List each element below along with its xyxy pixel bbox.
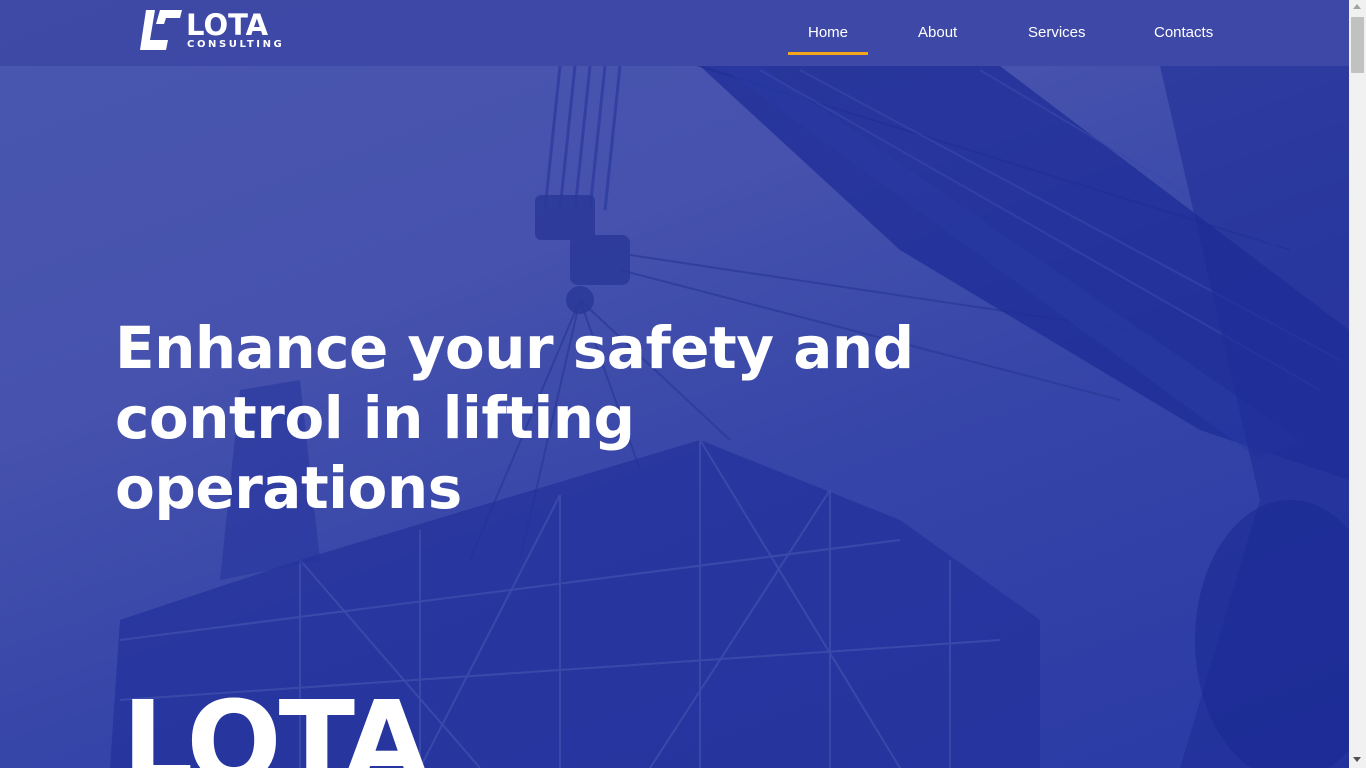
logo-mark-icon: [140, 10, 182, 50]
nav-services-link[interactable]: Services: [1028, 23, 1086, 43]
scroll-up-arrow-icon[interactable]: [1353, 4, 1361, 9]
site-header: LOTA CONSULTING Home About Services Cont…: [0, 0, 1349, 66]
logo[interactable]: LOTA CONSULTING: [140, 8, 295, 52]
nav-active-indicator: [788, 52, 868, 55]
nav-home-link[interactable]: Home: [808, 23, 848, 43]
scroll-down-arrow-icon[interactable]: [1353, 757, 1361, 762]
hero-headline: Enhance your safety and control in lifti…: [115, 314, 914, 522]
logo-wordmark: LOTA: [186, 8, 269, 42]
scrollbar-thumb[interactable]: [1351, 17, 1364, 73]
page-scrollbar[interactable]: [1349, 0, 1366, 768]
nav-about-link[interactable]: About: [918, 23, 957, 43]
nav-contacts-link[interactable]: Contacts: [1154, 23, 1213, 43]
hero-brand-text: LOTA: [122, 678, 430, 768]
logo-subtitle: CONSULTING: [187, 39, 285, 50]
